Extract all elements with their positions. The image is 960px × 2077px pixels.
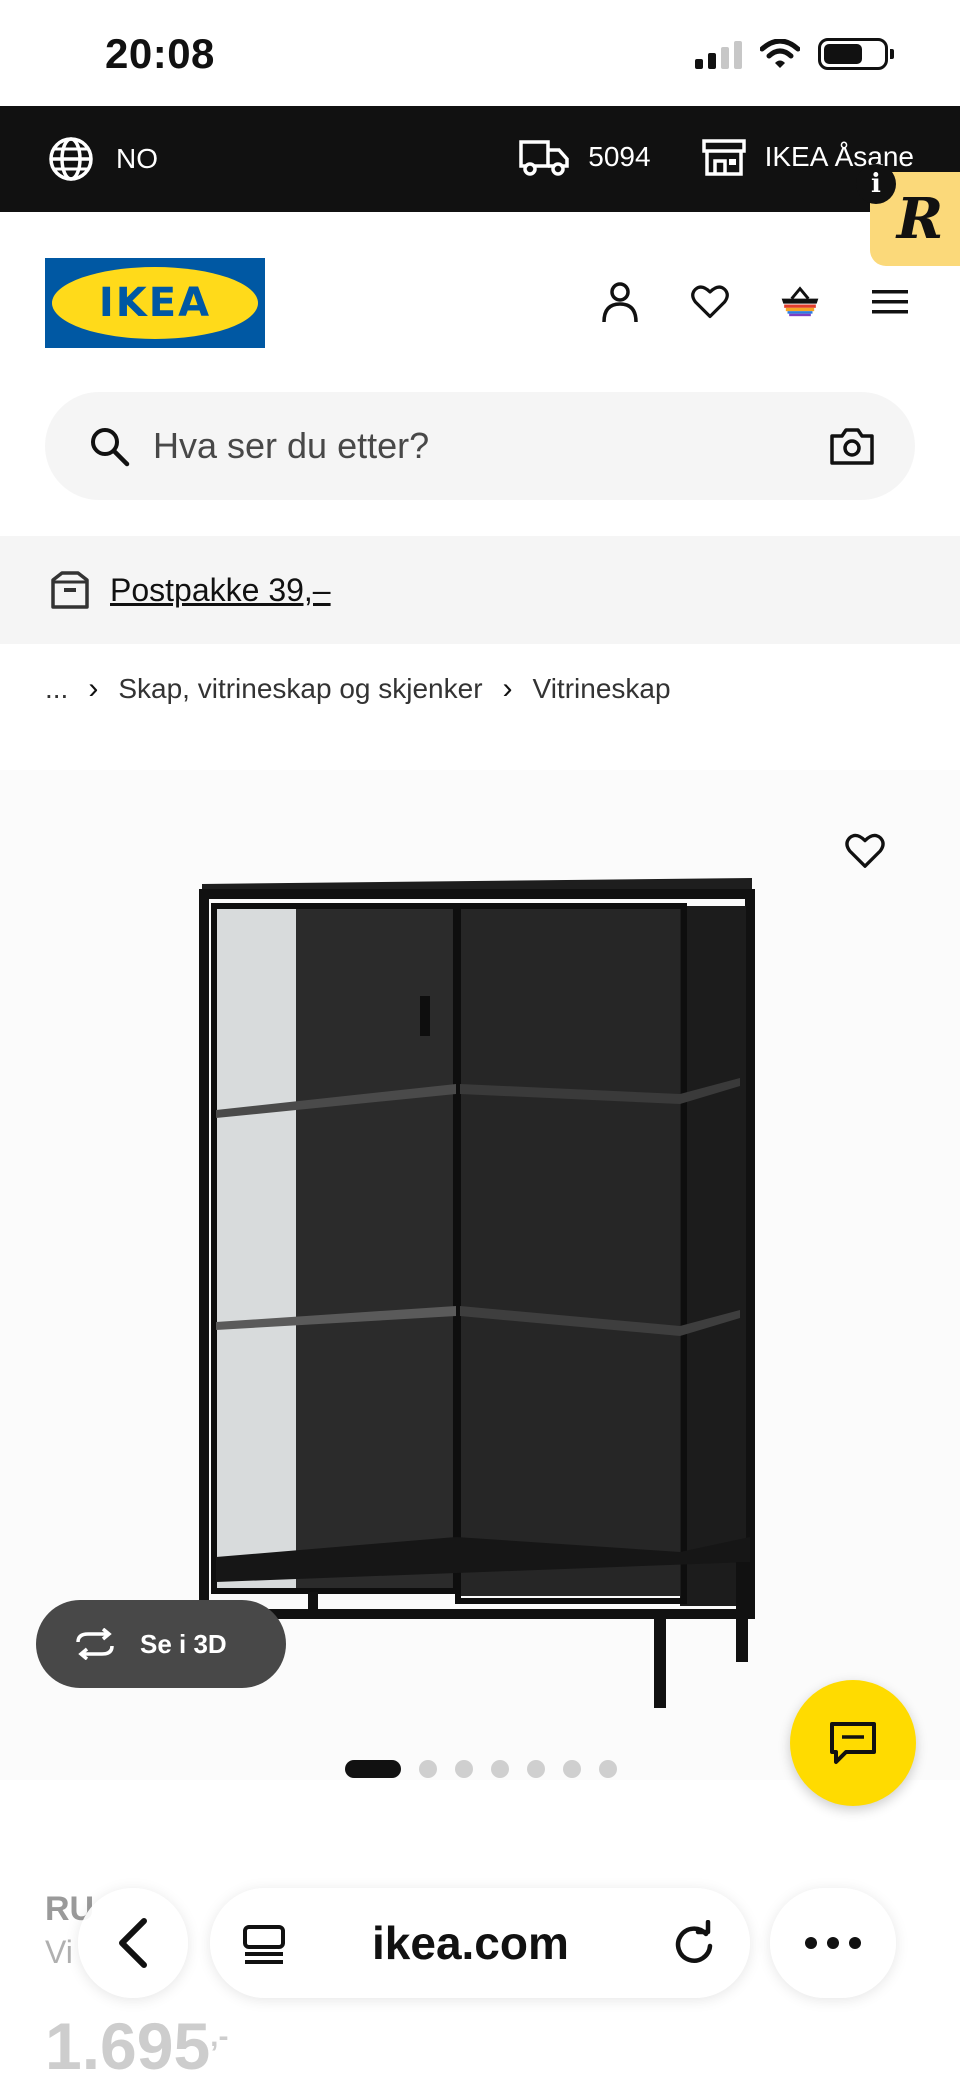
- price-value: 1.695: [45, 2009, 211, 2077]
- account-icon[interactable]: [600, 278, 640, 326]
- product-price: 1.695,-: [45, 2008, 229, 2077]
- chevron-left-icon: [119, 1918, 147, 1968]
- favorites-heart-icon[interactable]: [690, 278, 730, 326]
- battery-icon: [818, 38, 894, 70]
- header-actions: [600, 278, 910, 326]
- chevron-right-icon: ›: [502, 672, 513, 705]
- ikea-logo[interactable]: IKEA: [45, 258, 265, 348]
- product-image: [199, 878, 755, 1708]
- product-description: Vi: [45, 1934, 73, 1970]
- shopping-basket-icon[interactable]: [780, 278, 820, 326]
- rotate-3d-icon: [76, 1628, 114, 1660]
- pagination-dot[interactable]: [419, 1760, 437, 1778]
- search-input[interactable]: [153, 416, 793, 476]
- pagination-dot[interactable]: [563, 1760, 581, 1778]
- price-suffix: ,-: [210, 2020, 229, 2053]
- store-link[interactable]: IKEA Åsane: [765, 141, 914, 173]
- status-bar: 20:08: [0, 0, 960, 106]
- breadcrumb: ... › Skap, vitrineskap og skjenker › Vi…: [45, 672, 671, 706]
- view-in-3d-button[interactable]: Se i 3D: [36, 1600, 286, 1688]
- parcel-icon: [51, 571, 89, 609]
- gallery-pagination: [345, 1760, 617, 1778]
- wifi-icon: [760, 39, 800, 68]
- store-icon: [701, 139, 746, 176]
- delivery-truck-icon: [519, 140, 570, 176]
- pagination-dot[interactable]: [527, 1760, 545, 1778]
- postcode-link[interactable]: 5094: [588, 141, 650, 173]
- breadcrumb-ellipsis[interactable]: ...: [45, 673, 68, 705]
- pagination-dot[interactable]: [599, 1760, 617, 1778]
- language-code: NO: [116, 143, 158, 174]
- tab-overview-icon[interactable]: [242, 1924, 286, 1966]
- pagination-dot[interactable]: [345, 1760, 401, 1778]
- search-bar[interactable]: [45, 392, 915, 500]
- search-icon: [91, 428, 130, 467]
- chat-bubble-icon: [830, 1722, 876, 1764]
- chevron-right-icon: ›: [88, 672, 99, 705]
- chat-button[interactable]: [790, 1680, 916, 1806]
- logo-text: IKEA: [98, 280, 212, 326]
- top-utility-bar: NO 5094 IKEA Åsane: [0, 106, 960, 212]
- cellular-signal-icon: [695, 39, 742, 69]
- browser-more-button[interactable]: [770, 1888, 896, 1998]
- breadcrumb-item[interactable]: Skap, vitrineskap og skjenker: [118, 673, 482, 705]
- language-selector[interactable]: NO: [48, 136, 158, 182]
- postpakke-link[interactable]: Postpakke 39,–: [110, 572, 331, 609]
- pagination-dot[interactable]: [491, 1760, 509, 1778]
- view-in-3d-label: Se i 3D: [140, 1628, 227, 1659]
- browser-url: ikea.com: [372, 1917, 569, 1969]
- status-icons: [695, 38, 894, 70]
- breadcrumb-item[interactable]: Vitrineskap: [533, 673, 671, 705]
- promo-banner: Postpakke 39,–: [0, 536, 960, 644]
- more-dot-icon: [849, 1937, 861, 1949]
- camera-search-icon[interactable]: [829, 426, 875, 466]
- more-dot-icon: [805, 1937, 817, 1949]
- add-to-favorites-heart-icon[interactable]: [844, 832, 886, 875]
- reload-icon[interactable]: [672, 1920, 716, 1966]
- browser-address-bar[interactable]: ikea.com: [210, 1888, 750, 1998]
- pagination-dot[interactable]: [455, 1760, 473, 1778]
- browser-back-button[interactable]: [78, 1888, 188, 1998]
- info-icon[interactable]: i: [856, 164, 896, 204]
- more-dot-icon: [827, 1937, 839, 1949]
- status-time: 20:08: [105, 30, 215, 77]
- hamburger-menu-icon[interactable]: [870, 278, 910, 326]
- globe-icon: [49, 137, 93, 181]
